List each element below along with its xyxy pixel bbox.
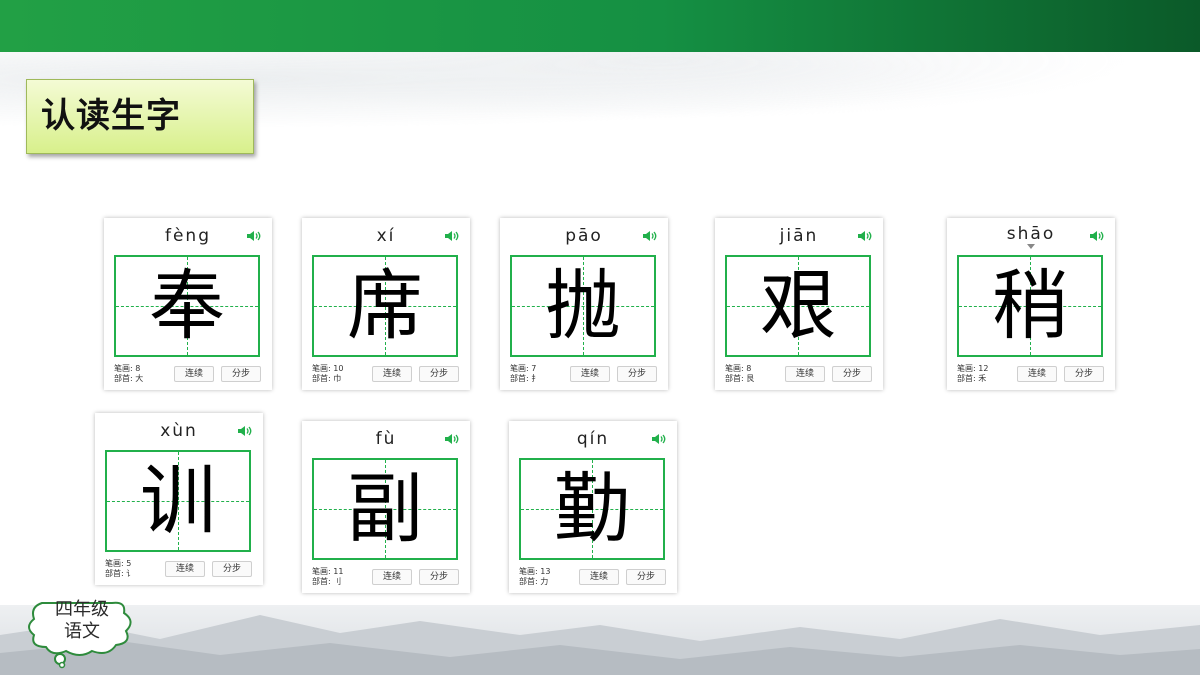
speaker-icon[interactable] bbox=[237, 425, 253, 437]
step-button[interactable]: 分步 bbox=[419, 569, 459, 585]
speaker-icon[interactable] bbox=[642, 230, 658, 242]
step-button[interactable]: 分步 bbox=[832, 366, 872, 382]
step-button[interactable]: 分步 bbox=[221, 366, 261, 382]
radical: 部首: 刂 bbox=[312, 577, 342, 586]
mountain-background bbox=[0, 605, 1200, 675]
radical: 部首: 禾 bbox=[957, 374, 987, 383]
hanzi-character: 奉 bbox=[149, 261, 225, 350]
stroke-info: 笔画: 8 部首: 艮 bbox=[725, 364, 754, 384]
stroke-count: 笔画: 5 bbox=[105, 559, 132, 568]
radical: 部首: 巾 bbox=[312, 374, 342, 383]
section-title: 认读生字 bbox=[41, 96, 181, 136]
step-button[interactable]: 分步 bbox=[1064, 366, 1104, 382]
continuous-button[interactable]: 连续 bbox=[372, 569, 412, 585]
stroke-count: 笔画: 10 bbox=[312, 364, 344, 373]
character-card-pao: pāo 抛 笔画: 7 部首: 扌 连续 分步 bbox=[500, 218, 668, 390]
hanzi-character: 训 bbox=[140, 456, 216, 545]
section-title-box: 认读生字 bbox=[26, 79, 254, 154]
hanzi-character: 勤 bbox=[554, 464, 630, 553]
character-card-xi: xí 席 笔画: 10 部首: 巾 连续 分步 bbox=[302, 218, 470, 390]
speaker-icon[interactable] bbox=[651, 433, 667, 445]
continuous-button[interactable]: 连续 bbox=[570, 366, 610, 382]
speaker-icon[interactable] bbox=[444, 230, 460, 242]
tianzige-grid: 训 bbox=[105, 450, 251, 552]
continuous-button[interactable]: 连续 bbox=[1017, 366, 1057, 382]
grade-text: 四年级 语文 bbox=[40, 599, 124, 643]
speaker-icon[interactable] bbox=[857, 230, 873, 242]
continuous-button[interactable]: 连续 bbox=[785, 366, 825, 382]
radical: 部首: 扌 bbox=[510, 374, 540, 383]
continuous-button[interactable]: 连续 bbox=[372, 366, 412, 382]
hanzi-character: 艰 bbox=[760, 261, 836, 350]
tianzige-grid: 勤 bbox=[519, 458, 665, 560]
tianzige-grid: 抛 bbox=[510, 255, 656, 357]
stroke-count: 笔画: 8 bbox=[725, 364, 752, 373]
stroke-info: 笔画: 11 部首: 刂 bbox=[312, 567, 343, 587]
radical: 部首: 力 bbox=[519, 577, 549, 586]
stroke-count: 笔画: 8 bbox=[114, 364, 141, 373]
hanzi-character: 稍 bbox=[992, 261, 1068, 350]
tianzige-grid: 席 bbox=[312, 255, 458, 357]
hanzi-character: 副 bbox=[347, 464, 423, 553]
character-card-feng: fèng 奉 笔画: 8 部首: 大 连续 分步 bbox=[104, 218, 272, 390]
stroke-count: 笔画: 12 bbox=[957, 364, 989, 373]
character-card-fu: fù 副 笔画: 11 部首: 刂 连续 分步 bbox=[302, 421, 470, 593]
hanzi-character: 抛 bbox=[545, 261, 621, 350]
stroke-info: 笔画: 12 部首: 禾 bbox=[957, 364, 988, 384]
step-button[interactable]: 分步 bbox=[617, 366, 657, 382]
chevron-down-icon[interactable] bbox=[1027, 244, 1035, 249]
grade-line: 四年级 bbox=[55, 599, 109, 620]
speaker-icon[interactable] bbox=[1089, 230, 1105, 242]
stroke-info: 笔画: 13 部首: 力 bbox=[519, 567, 550, 587]
stroke-info: 笔画: 10 部首: 巾 bbox=[312, 364, 343, 384]
radical: 部首: 大 bbox=[114, 374, 144, 383]
continuous-button[interactable]: 连续 bbox=[165, 561, 205, 577]
tianzige-grid: 副 bbox=[312, 458, 458, 560]
header-bar bbox=[0, 0, 1200, 52]
stroke-count: 笔画: 11 bbox=[312, 567, 344, 576]
continuous-button[interactable]: 连续 bbox=[174, 366, 214, 382]
tianzige-grid: 奉 bbox=[114, 255, 260, 357]
subject-line: 语文 bbox=[64, 621, 100, 642]
stroke-count: 笔画: 7 bbox=[510, 364, 537, 373]
tianzige-grid: 稍 bbox=[957, 255, 1103, 357]
continuous-button[interactable]: 连续 bbox=[579, 569, 619, 585]
character-card-xun: xùn 训 笔画: 5 部首: 讠 连续 分步 bbox=[95, 413, 263, 585]
speaker-icon[interactable] bbox=[246, 230, 262, 242]
radical: 部首: 艮 bbox=[725, 374, 755, 383]
character-card-qin: qín 勤 笔画: 13 部首: 力 连续 分步 bbox=[509, 421, 677, 593]
step-button[interactable]: 分步 bbox=[626, 569, 666, 585]
step-button[interactable]: 分步 bbox=[419, 366, 459, 382]
step-button[interactable]: 分步 bbox=[212, 561, 252, 577]
tianzige-grid: 艰 bbox=[725, 255, 871, 357]
stroke-info: 笔画: 5 部首: 讠 bbox=[105, 559, 134, 579]
speaker-icon[interactable] bbox=[444, 433, 460, 445]
stroke-info: 笔画: 7 部首: 扌 bbox=[510, 364, 539, 384]
stroke-info: 笔画: 8 部首: 大 bbox=[114, 364, 143, 384]
character-card-jian: jiān 艰 笔画: 8 部首: 艮 连续 分步 bbox=[715, 218, 883, 390]
radical: 部首: 讠 bbox=[105, 569, 135, 578]
grade-badge: 四年级 语文 bbox=[22, 597, 142, 669]
stroke-count: 笔画: 13 bbox=[519, 567, 551, 576]
hanzi-character: 席 bbox=[347, 261, 423, 350]
character-card-shao: shāo 稍 笔画: 12 部首: 禾 连续 分步 bbox=[947, 218, 1115, 390]
